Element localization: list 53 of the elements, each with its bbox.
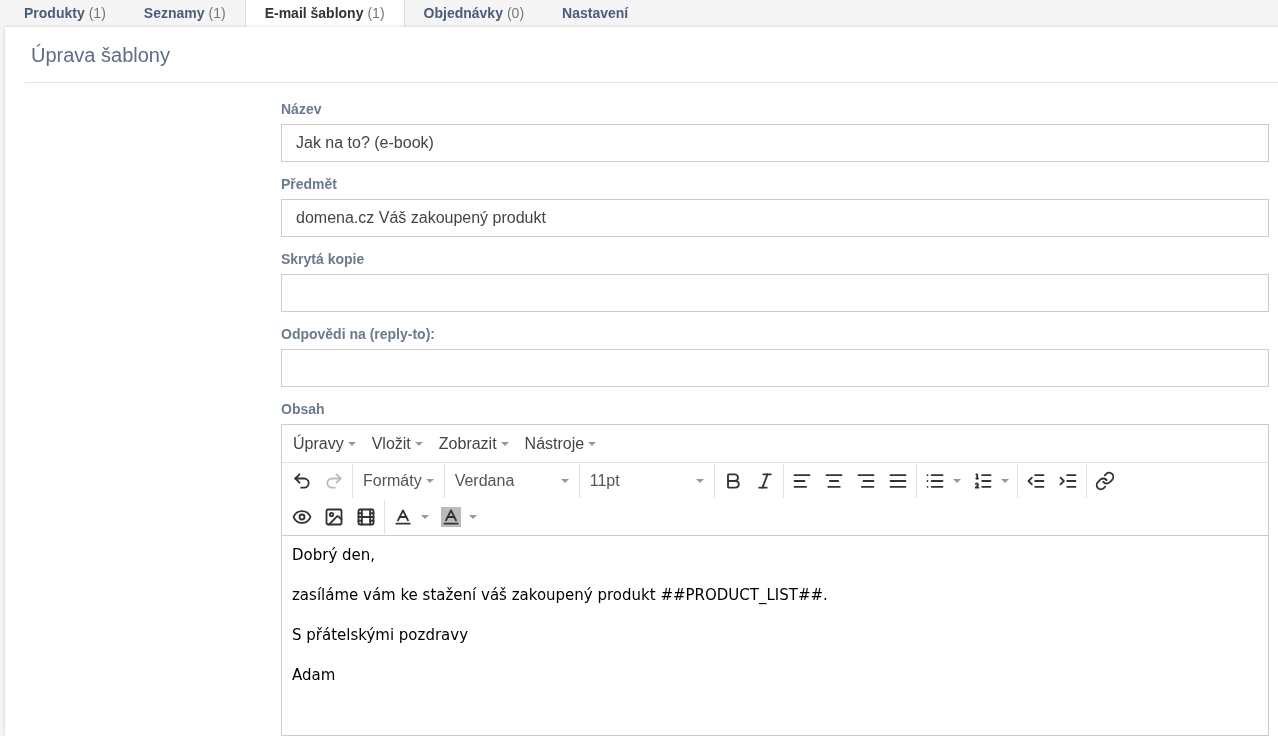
menu-item[interactable]: Zobrazit (431, 431, 516, 456)
caret-icon (588, 441, 597, 446)
caret-icon (560, 479, 569, 483)
field-label: Odpovědi na (reply-to): (281, 326, 435, 342)
caret-icon (421, 515, 429, 519)
link-icon (1094, 471, 1115, 491)
menu-item[interactable]: Úpravy (286, 431, 363, 456)
redo-icon (324, 471, 344, 491)
paragraph: Adam (292, 665, 336, 686)
caret-icon (414, 441, 423, 446)
tab[interactable]: Nastavení (543, 0, 648, 27)
caret-icon (469, 515, 477, 519)
numbered-list-icon (972, 471, 993, 491)
paragraph: Dobrý den, (292, 545, 376, 566)
caret-icon (500, 441, 509, 446)
eye-icon (292, 507, 312, 527)
bullet-list-icon (924, 471, 945, 491)
field-label: Skrytá kopie (281, 251, 365, 267)
formats-dropdown[interactable]: Formáty (355, 464, 442, 498)
align-justify-icon (887, 471, 908, 491)
tab[interactable]: Objednávky (0) (404, 0, 544, 27)
caret-icon (425, 479, 434, 483)
input-field[interactable] (281, 274, 1269, 312)
tab[interactable]: Produkty (1) (5, 0, 125, 27)
menu-item[interactable]: Vložit (364, 431, 430, 456)
undo-icon (292, 471, 312, 491)
input-field[interactable]: domena.cz Váš zakoupený produkt (281, 199, 1269, 237)
align-right-icon (855, 471, 876, 491)
caret-icon (952, 479, 961, 483)
film-icon (356, 507, 376, 527)
outdent-icon (1025, 471, 1046, 491)
caret-icon (1000, 479, 1009, 483)
image-icon (324, 507, 344, 527)
input-field[interactable] (281, 349, 1269, 387)
select-dropdown[interactable]: Verdana (446, 464, 577, 498)
align-left-icon (791, 471, 812, 491)
indent-icon (1057, 471, 1078, 491)
align-center-icon (823, 471, 844, 491)
field-label: Název (281, 101, 322, 117)
input-field[interactable]: Jak na to? (e-book) (281, 124, 1269, 162)
menu-item[interactable]: Nástroje (517, 431, 604, 456)
tab[interactable]: E-mail šablony (1) (244, 0, 405, 27)
panel-title: Úprava šablony (31, 42, 170, 68)
paragraph: S přátelskými pozdravy (292, 625, 469, 646)
paragraph: zasíláme vám ke stažení váš zakoupený produkt ##PRODUCT_LIST##. (292, 585, 828, 606)
tab[interactable]: Seznamy (1) (124, 0, 245, 27)
text-color-icon (393, 507, 413, 527)
select-dropdown[interactable]: 11pt (581, 464, 712, 498)
field-label: Předmět (281, 176, 338, 192)
caret-icon (695, 479, 704, 483)
background-color-icon (441, 507, 461, 527)
field-label: Obsah (281, 401, 325, 417)
caret-icon (347, 441, 356, 446)
